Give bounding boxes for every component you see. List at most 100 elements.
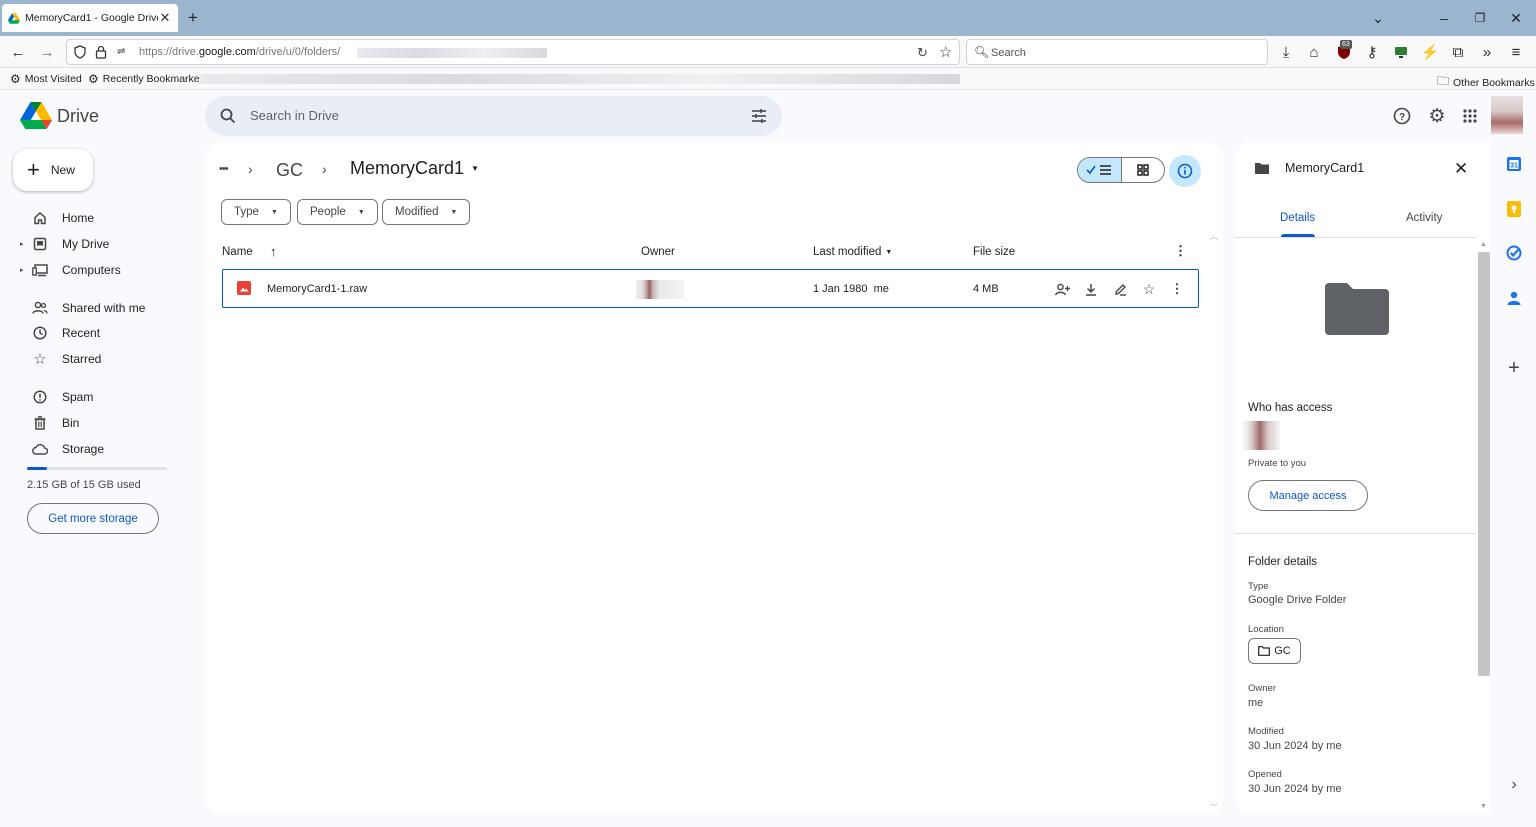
redacted-bookmarks [200, 74, 960, 84]
storage-progress-fill [27, 467, 48, 470]
column-options-icon[interactable]: ⋮ [1174, 243, 1187, 259]
file-name[interactable]: MemoryCard1-1.raw [267, 283, 367, 295]
extensions-puzzle-icon[interactable]: ⧉ [1448, 42, 1468, 62]
settings-gear-icon[interactable]: ⚙ [1425, 104, 1449, 128]
browser-tab[interactable]: MemoryCard1 - Google Drive ✕ [2, 4, 178, 32]
scroll-up-icon[interactable]: ▲ [1480, 241, 1487, 248]
minimize-icon[interactable]: – [1434, 8, 1454, 28]
storage-progress-bar [27, 467, 167, 470]
account-avatar[interactable] [1491, 96, 1523, 134]
caret-down-icon: ▼ [471, 164, 479, 173]
download-icon[interactable] [1083, 281, 1099, 297]
tabs-divider [1235, 237, 1477, 238]
reload-icon[interactable]: ↻ [917, 45, 928, 61]
manage-access-button[interactable]: Manage access [1248, 480, 1368, 511]
location-chip[interactable]: GC [1248, 638, 1301, 664]
drive-search-input[interactable]: Search in Drive [250, 108, 339, 123]
nav-item-bin[interactable]: Bin [20, 411, 79, 435]
forward-icon[interactable]: → [37, 42, 57, 62]
nav-label: My Drive [62, 237, 110, 251]
expand-arrow-icon[interactable]: ▸ [20, 266, 26, 274]
extension-icon[interactable]: ⚡ [1420, 42, 1440, 62]
expand-panel-icon[interactable]: › [1504, 775, 1524, 795]
app-menu-icon[interactable]: ≡ [1506, 42, 1526, 62]
list-view-button[interactable] [1078, 158, 1122, 182]
expand-arrow-icon[interactable]: ▸ [20, 240, 26, 248]
new-button-label: New [50, 163, 75, 177]
nav-item-recent[interactable]: Recent [20, 321, 100, 345]
window-close-icon[interactable]: ✕ [1506, 8, 1526, 28]
keep-icon[interactable] [1504, 199, 1524, 219]
star-icon[interactable]: ☆ [1141, 281, 1157, 297]
details-scrollbar-thumb[interactable] [1478, 252, 1490, 676]
computers-icon [28, 263, 52, 277]
nav-item-spam[interactable]: Spam [20, 385, 93, 409]
filter-modified[interactable]: Modified ▼ [382, 199, 471, 225]
tab-activity[interactable]: Activity [1406, 212, 1442, 224]
rename-icon[interactable] [1112, 281, 1128, 297]
scroll-down-icon[interactable]: ﹀ [1210, 802, 1218, 813]
filter-type[interactable]: Type ▼ [221, 199, 291, 225]
downloads-icon[interactable]: ⤓ [1276, 42, 1296, 62]
bookmark-other[interactable]: 🗀 Other Bookmarks [1437, 72, 1535, 93]
browser-navigation-bar: ← → ⇌ https://drive.google.com/drive/u/0… [0, 36, 1536, 68]
tasks-icon[interactable] [1504, 243, 1524, 263]
new-tab-icon[interactable]: + [188, 8, 204, 28]
spam-icon [28, 390, 52, 404]
home-icon[interactable]: ⌂ [1304, 42, 1324, 62]
trash-icon [28, 416, 52, 430]
restore-icon[interactable]: ❐ [1470, 8, 1490, 28]
more-actions-icon[interactable]: ⋮ [1169, 281, 1185, 297]
column-header-name[interactable]: Name [222, 246, 253, 258]
permissions-icon[interactable]: ⇌ [117, 46, 131, 58]
table-row[interactable]: MemoryCard1-1.raw 1 Jan 1980 me 4 MB ☆ ⋮ [222, 269, 1199, 308]
scroll-up-icon[interactable]: ︿ [1210, 231, 1218, 242]
nav-item-starred[interactable]: ☆ Starred [20, 347, 101, 371]
column-header-last-modified[interactable]: Last modified ▼ [813, 246, 892, 258]
search-engine-icon: 🔍︎ [974, 45, 990, 59]
drive-logo-icon[interactable] [20, 102, 52, 130]
info-button[interactable] [1169, 155, 1201, 187]
key-icon[interactable]: ⚷ [1362, 42, 1382, 62]
back-icon[interactable]: ← [8, 42, 28, 62]
calendar-icon[interactable]: 31 [1504, 154, 1524, 174]
bookmark-recently-bookmarked[interactable]: ⚙ Recently Bookmarked [88, 72, 205, 86]
nav-item-my-drive[interactable]: ▸ My Drive [20, 232, 109, 256]
nav-item-storage[interactable]: Storage [20, 437, 104, 461]
grid-view-button[interactable] [1122, 158, 1165, 182]
contacts-icon[interactable] [1504, 288, 1524, 308]
breadcrumb-overflow[interactable]: ••• [219, 163, 229, 175]
browser-search-box[interactable]: 🔍︎ Search [966, 39, 1268, 65]
sort-arrow-up-icon[interactable]: ↑ [270, 244, 277, 259]
scroll-down-icon[interactable]: ▼ [1480, 803, 1487, 810]
list-tabs-icon[interactable]: ⌄ [1368, 8, 1388, 28]
lock-icon[interactable] [95, 45, 107, 59]
filter-people[interactable]: People ▼ [297, 199, 378, 225]
overflow-chevrons-icon[interactable]: » [1477, 42, 1497, 62]
url-bar[interactable]: ⇌ https://drive.google.com/drive/u/0/fol… [66, 39, 960, 65]
breadcrumb-current[interactable]: MemoryCard1 ▼ [350, 158, 479, 179]
search-options-icon[interactable] [751, 108, 767, 124]
bookmark-star-icon[interactable]: ☆ [939, 43, 952, 61]
nav-item-home[interactable]: Home [20, 206, 94, 230]
tab-details[interactable]: Details [1280, 212, 1315, 224]
monitor-extension-icon[interactable] [1391, 42, 1411, 62]
chevron-right-icon: › [322, 161, 327, 177]
nav-item-shared-with-me[interactable]: Shared with me [20, 296, 145, 320]
help-icon[interactable]: ? [1390, 104, 1414, 128]
drive-search-bar[interactable]: Search in Drive [205, 96, 782, 136]
share-icon[interactable] [1054, 281, 1070, 297]
get-more-storage-button[interactable]: Get more storage [27, 503, 159, 534]
add-addon-icon[interactable]: + [1504, 357, 1524, 379]
apps-grid-icon[interactable] [1458, 104, 1482, 128]
breadcrumb-parent[interactable]: GC [276, 160, 303, 181]
new-button[interactable]: + New [13, 149, 93, 191]
app-name[interactable]: Drive [57, 106, 99, 127]
tab-close-icon[interactable]: ✕ [158, 11, 172, 25]
shield-icon[interactable] [73, 45, 87, 59]
folder-details-heading: Folder details [1248, 556, 1318, 568]
bookmark-most-visited[interactable]: ⚙ Most Visited [10, 72, 82, 86]
close-details-icon[interactable]: ✕ [1454, 159, 1468, 179]
nav-item-computers[interactable]: ▸ Computers [20, 258, 121, 282]
search-icon[interactable] [220, 108, 236, 124]
